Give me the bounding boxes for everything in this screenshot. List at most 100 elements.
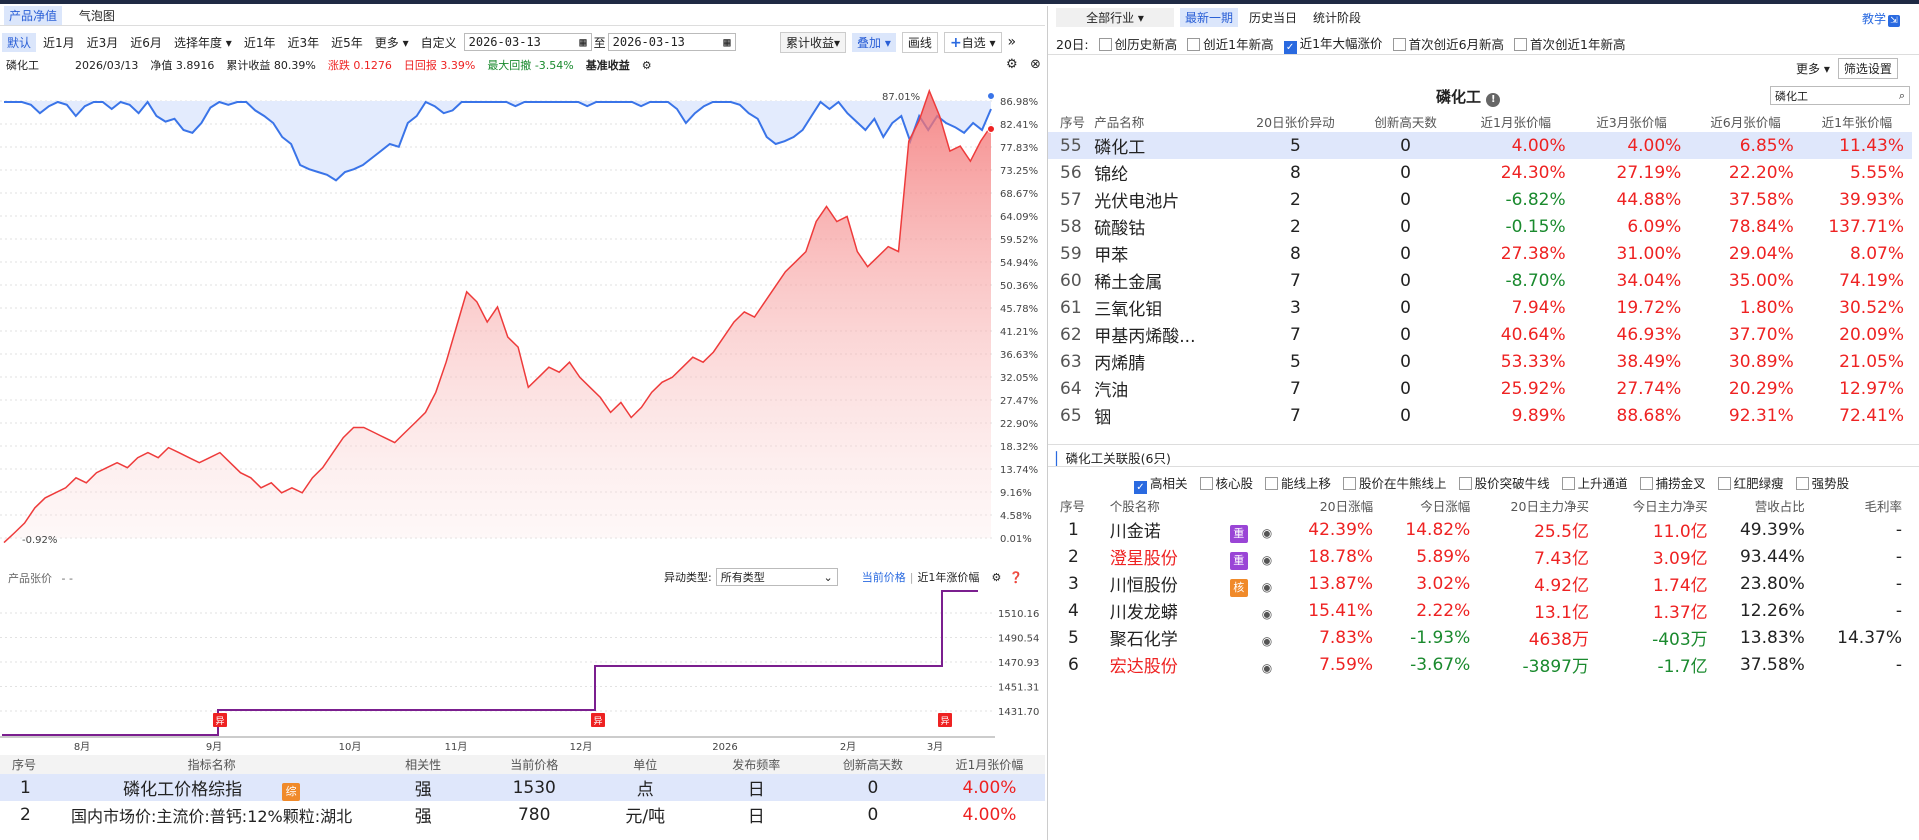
- checkbox-icon[interactable]: [1187, 38, 1201, 51]
- cumulative-return-select[interactable]: 累计收益▾: [780, 31, 847, 53]
- col-header[interactable]: 相关性: [368, 755, 479, 774]
- checkbox-icon[interactable]: [1392, 38, 1406, 51]
- filter-settings-button[interactable]: 筛选设置: [1837, 58, 1898, 79]
- teach-link[interactable]: 教学 ⇲: [1862, 10, 1901, 27]
- period-3m[interactable]: 近3月: [82, 33, 124, 52]
- period-default[interactable]: 默认: [2, 32, 37, 52]
- stock-name[interactable]: 宏达股份: [1100, 652, 1230, 677]
- table-row[interactable]: 2 国内市场价:主流价:普钙:12%颗粒:湖北 强 780 元/吨 日 0 4.00%: [0, 801, 1045, 828]
- col-header[interactable]: 发布频率: [701, 755, 812, 774]
- sub-chart[interactable]: 1510.16 1490.54 1470.93 1451.31 1431.70 8月 9月 1…: [0, 585, 1045, 755]
- col-header[interactable]: 近6月张价幅: [1689, 111, 1801, 132]
- tab-current-price[interactable]: 当前价格: [862, 569, 906, 585]
- stock-filter[interactable]: 红肥绿瘦: [1717, 473, 1784, 494]
- table-row[interactable]: 62 甲基丙烯酸... 7 0 40.64% 46.93% 37.70% 20.09%: [1048, 321, 1912, 348]
- search-input[interactable]: 磷化工 ⌕: [1770, 86, 1910, 105]
- period-custom[interactable]: 自定义: [416, 33, 462, 52]
- col-header[interactable]: 营收占比: [1718, 495, 1815, 516]
- stock-name[interactable]: 聚石化学: [1100, 625, 1230, 650]
- stock-filter[interactable]: 能线上移: [1265, 473, 1331, 494]
- table-row[interactable]: 56 锦纶 8 0 24.30% 27.19% 22.20% 5.55%: [1048, 159, 1912, 186]
- checkbox-icon[interactable]: [1514, 38, 1528, 51]
- stock-row[interactable]: 1 川金诺重 ◉ 42.39% 14.82% 25.5亿 11.0亿 49.39% -: [1048, 516, 1912, 543]
- calendar-icon[interactable]: ▦: [579, 35, 586, 49]
- stock-filter[interactable]: ✓ 高相关: [1134, 473, 1188, 494]
- checkbox-icon[interactable]: [1561, 477, 1575, 490]
- stock-row[interactable]: 5 聚石化学 ◉ 7.83% -1.93% 4638万 -403万 13.83% 14.37%: [1048, 624, 1912, 651]
- stock-row[interactable]: 4 川发龙蟒 ◉ 15.41% 2.22% 13.1亿 1.37亿 12.26% -: [1048, 597, 1912, 624]
- table-row[interactable]: 63 丙烯腈 5 0 53.33% 38.49% 30.89% 21.05%: [1048, 348, 1912, 375]
- table-row[interactable]: 60 稀土金属 7 0 -8.70% 34.04% 35.00% 74.19%: [1048, 267, 1912, 294]
- stock-row[interactable]: 6 宏达股份 ◉ 7.59% -3.67% -3897万 -1.7亿 37.58% -: [1048, 651, 1912, 678]
- col-header[interactable]: 近1月张价幅: [1458, 111, 1574, 132]
- stock-filter[interactable]: 上升通道: [1561, 473, 1628, 494]
- eye-icon[interactable]: ◉: [1262, 526, 1272, 540]
- date-from-input[interactable]: 2026-03-13 ▦: [463, 33, 592, 51]
- gear-icon[interactable]: ⚙: [642, 59, 652, 72]
- draw-line-button[interactable]: 画线: [901, 31, 938, 53]
- checkbox-icon[interactable]: [1098, 38, 1112, 51]
- col-header[interactable]: 当前价格: [479, 755, 590, 774]
- gear-icon[interactable]: ⚙: [1006, 57, 1018, 72]
- overlay-select[interactable]: 叠加 ▾: [852, 32, 896, 52]
- col-header[interactable]: 近1年张价幅: [1802, 111, 1912, 132]
- industry-select[interactable]: 全部行业 ▾: [1056, 8, 1174, 27]
- period-6m[interactable]: 近6月: [125, 33, 167, 52]
- filter-ath[interactable]: 创历史新高: [1098, 34, 1177, 53]
- tab-latest[interactable]: 最新一期: [1180, 8, 1239, 27]
- stock-filter[interactable]: 捕捞金叉: [1639, 473, 1706, 494]
- col-header[interactable]: 20日涨幅: [1286, 495, 1383, 516]
- period-3y[interactable]: 近3年: [282, 33, 324, 52]
- col-header[interactable]: 近1月张价幅: [934, 755, 1045, 774]
- stock-row[interactable]: 3 川恒股份核 ◉ 13.87% 3.02% 4.92亿 1.74亿 23.80% -: [1048, 570, 1912, 597]
- main-chart[interactable]: 86.98% 82.41% 77.83% 73.25% 68.67% 64.09% 59.5…: [0, 72, 1045, 567]
- calendar-icon[interactable]: ▦: [723, 35, 730, 49]
- stock-name[interactable]: 澄星股份: [1100, 544, 1230, 569]
- col-header[interactable]: 个股名称: [1100, 495, 1286, 516]
- table-row[interactable]: 64 汽油 7 0 25.92% 27.74% 20.29% 12.97%: [1048, 375, 1912, 402]
- checkbox-icon[interactable]: [1458, 477, 1472, 490]
- checkbox-icon[interactable]: [1265, 477, 1279, 490]
- col-header[interactable]: 创新高天数: [812, 755, 934, 774]
- checkbox-icon[interactable]: [1343, 477, 1357, 490]
- filter-1y-surge[interactable]: ✓ 近1年大幅涨价: [1283, 33, 1383, 54]
- more-button[interactable]: 更多 ▾: [1796, 60, 1830, 77]
- eye-icon[interactable]: ◉: [1262, 634, 1272, 648]
- tab-bubble-chart[interactable]: 气泡图: [74, 6, 120, 25]
- help-icon[interactable]: ❓: [1009, 571, 1023, 584]
- col-header[interactable]: 产品名称: [1094, 111, 1237, 132]
- period-more[interactable]: 更多 ▾: [370, 33, 414, 52]
- table-row[interactable]: 65 铟 7 0 9.89% 88.68% 92.31% 72.41%: [1048, 402, 1912, 429]
- table-row[interactable]: 1 磷化工价格综指 综 强 1530 点 日 0 4.00%: [0, 774, 1045, 801]
- stock-filter[interactable]: 强势股: [1795, 473, 1849, 494]
- col-header[interactable]: 单位: [590, 755, 701, 774]
- checkbox-checked-icon[interactable]: ✓: [1134, 481, 1147, 494]
- eye-icon[interactable]: ◉: [1262, 661, 1272, 675]
- stock-row[interactable]: 2 澄星股份重 ◉ 18.78% 5.89% 7.43亿 3.09亿 93.44% -: [1048, 543, 1912, 570]
- stock-name[interactable]: 川恒股份: [1100, 571, 1230, 596]
- checkbox-icon[interactable]: [1717, 477, 1731, 490]
- filter-first-1y[interactable]: 首次创近1年新高: [1514, 34, 1626, 53]
- stock-filter[interactable]: 股价突破牛线: [1458, 473, 1550, 494]
- tab-history-day[interactable]: 历史当日: [1244, 8, 1302, 27]
- col-header[interactable]: 创新高天数: [1353, 111, 1458, 132]
- gear-icon[interactable]: ⚙: [991, 571, 1001, 584]
- checkbox-icon[interactable]: [1639, 477, 1653, 490]
- eye-icon[interactable]: ◉: [1262, 553, 1272, 567]
- stock-name[interactable]: 川金诺: [1100, 517, 1230, 542]
- col-header[interactable]: 序号: [0, 755, 56, 774]
- info-icon[interactable]: !: [1486, 93, 1501, 107]
- eye-icon[interactable]: ◉: [1262, 580, 1272, 594]
- table-row[interactable]: 61 三氧化钼 3 0 7.94% 19.72% 1.80% 30.52%: [1048, 294, 1912, 321]
- col-header[interactable]: 近3月张价幅: [1574, 111, 1690, 132]
- col-header[interactable]: 序号: [1048, 111, 1094, 132]
- col-header[interactable]: 毛利率: [1815, 495, 1912, 516]
- tab-product-nav[interactable]: 产品净值: [4, 6, 63, 25]
- expand-panel-icon[interactable]: »: [1008, 34, 1017, 50]
- col-header[interactable]: 今日主力净买: [1599, 495, 1718, 516]
- filter-first-6m[interactable]: 首次创近6月新高: [1392, 34, 1504, 53]
- col-header[interactable]: 指标名称: [56, 755, 368, 774]
- search-icon[interactable]: ⌕: [1899, 89, 1905, 103]
- col-header[interactable]: 今日涨幅: [1383, 495, 1480, 516]
- stock-filter[interactable]: 核心股: [1199, 473, 1253, 494]
